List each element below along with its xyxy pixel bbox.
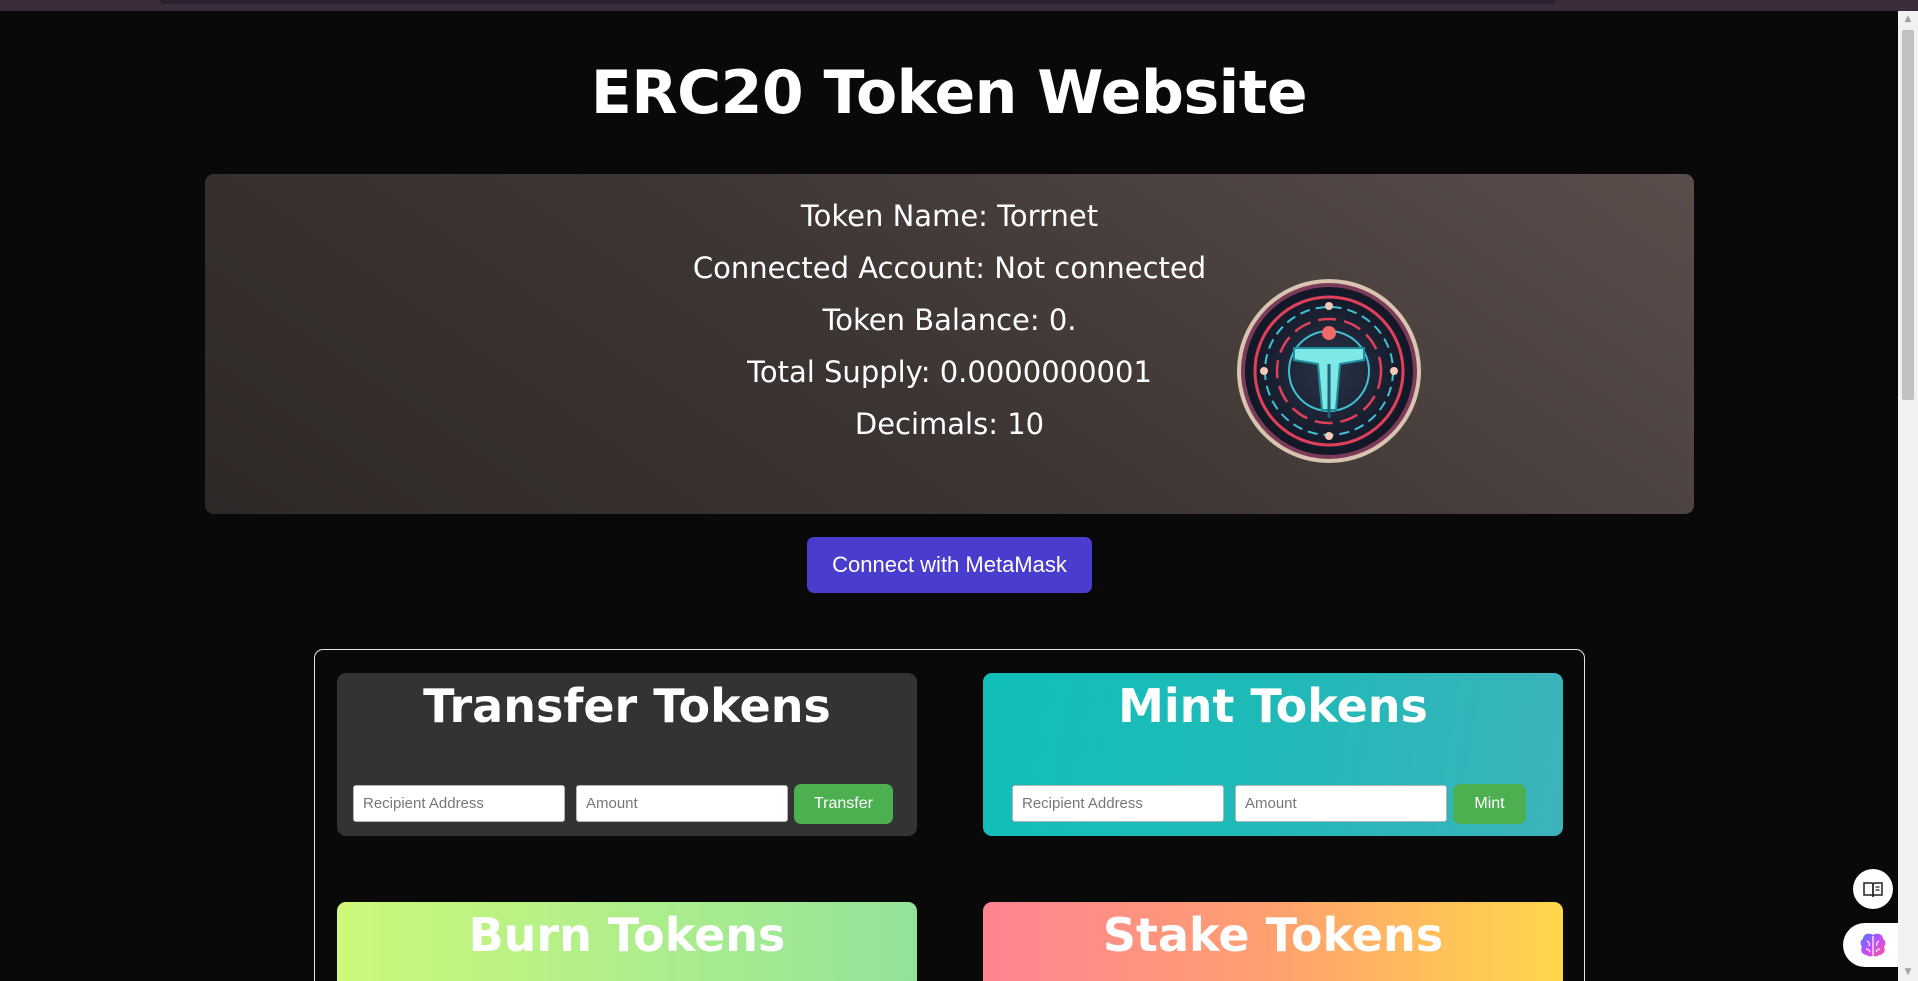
mint-recipient-input[interactable] [1012,785,1224,822]
page-title: ERC20 Token Website [590,58,1308,128]
token-info-card: Token Name: Torrnet Connected Account: N… [205,174,1694,514]
mint-tokens-card: Mint Tokens Mint [983,673,1563,836]
burn-tokens-title: Burn Tokens [468,908,786,962]
book-icon [1863,882,1883,897]
burn-tokens-card: Burn Tokens [337,902,917,981]
torrnet-token-logo-icon [1237,279,1421,463]
scroll-down-arrow-icon[interactable]: ▼ [1898,964,1918,981]
mint-button[interactable]: Mint [1453,784,1526,824]
assistant-button[interactable] [1843,923,1903,967]
brain-icon [1860,933,1886,957]
connected-account: Connected Account: Not connected [692,251,1207,285]
connect-metamask-button[interactable]: Connect with MetaMask [807,537,1092,593]
stake-tokens-card: Stake Tokens [983,902,1563,981]
token-balance: Token Balance: 0. [822,303,1077,337]
transfer-amount-input[interactable] [576,785,788,822]
browser-top-strip [0,0,1918,11]
transfer-button[interactable]: Transfer [794,784,893,824]
scrollbar-thumb[interactable] [1902,30,1914,400]
browser-tab-bar [160,0,1556,4]
stake-tokens-title: Stake Tokens [1102,908,1444,962]
transfer-tokens-card: Transfer Tokens Transfer [337,673,917,836]
mint-tokens-title: Mint Tokens [1118,679,1428,733]
decimals: Decimals: 10 [854,407,1045,441]
token-name: Token Name: Torrnet [800,199,1099,233]
mint-amount-input[interactable] [1235,785,1447,822]
transfer-tokens-title: Transfer Tokens [423,679,831,733]
reader-mode-button[interactable] [1853,869,1893,909]
page-scrollbar[interactable]: ▲ ▼ [1898,11,1918,981]
transfer-recipient-input[interactable] [353,785,565,822]
total-supply: Total Supply: 0.0000000001 [747,355,1152,389]
token-info-lines: Token Name: Torrnet Connected Account: N… [205,190,1694,450]
scroll-up-arrow-icon[interactable]: ▲ [1898,11,1918,28]
